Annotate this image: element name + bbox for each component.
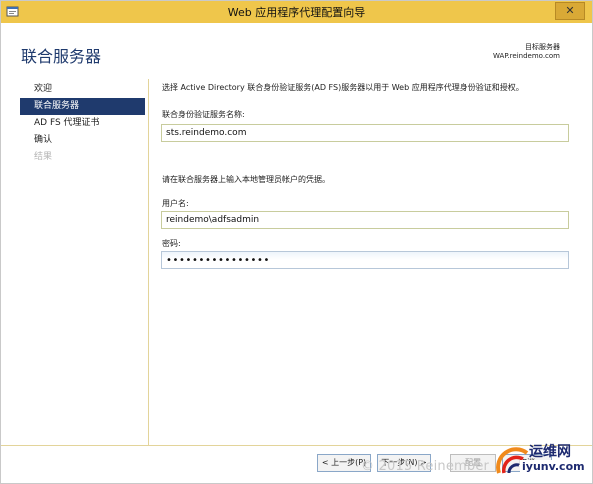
username-label: 用户名: <box>162 199 189 208</box>
wizard-header: 联合服务器 目标服务器 WAP.reindemo.com <box>1 23 592 73</box>
nav-step-welcome[interactable]: 欢迎 <box>20 81 145 98</box>
title-bar: Web 应用程序代理配置向导 ✕ <box>1 1 592 23</box>
nav-step-results: 结果 <box>34 152 53 162</box>
page-title: 联合服务器 <box>21 47 102 66</box>
username-input[interactable] <box>161 211 569 229</box>
close-button[interactable]: ✕ <box>555 2 585 20</box>
close-icon: ✕ <box>565 4 575 17</box>
logo-text-bottom: iyunv.com <box>520 460 587 473</box>
nav-step-federation-server[interactable]: 联合服务器 <box>20 98 145 115</box>
destination-server-value: WAP.reindemo.com <box>493 52 560 60</box>
copyright-watermark: © 2015 Reinember <box>361 459 490 474</box>
password-input[interactable] <box>161 251 569 269</box>
nav-step-adfs-proxy-certificate[interactable]: AD FS 代理证书 <box>20 115 145 132</box>
site-logo: 运维网 iyunv.com <box>493 439 589 481</box>
wizard-step-nav: 欢迎 联合服务器 AD FS 代理证书 确认 结果 <box>20 81 145 166</box>
credentials-prompt: 请在联合服务器上输入本地管理员帐户的凭据。 <box>162 175 330 184</box>
fs-name-input[interactable] <box>161 124 569 142</box>
password-label: 密码: <box>162 239 181 248</box>
logo-text-top: 运维网 <box>529 444 571 460</box>
destination-server-label: 目标服务器 <box>525 43 560 51</box>
page-description: 选择 Active Directory 联合身份验证服务(AD FS)服务器以用… <box>162 83 524 92</box>
wizard-content: 选择 Active Directory 联合身份验证服务(AD FS)服务器以用… <box>148 79 584 445</box>
fs-name-label: 联合身份验证服务名称: <box>162 110 245 119</box>
wizard-window: Web 应用程序代理配置向导 ✕ 联合服务器 目标服务器 WAP.reindem… <box>0 0 593 484</box>
window-title: Web 应用程序代理配置向导 <box>227 6 366 19</box>
nav-step-confirmation[interactable]: 确认 <box>20 132 145 149</box>
